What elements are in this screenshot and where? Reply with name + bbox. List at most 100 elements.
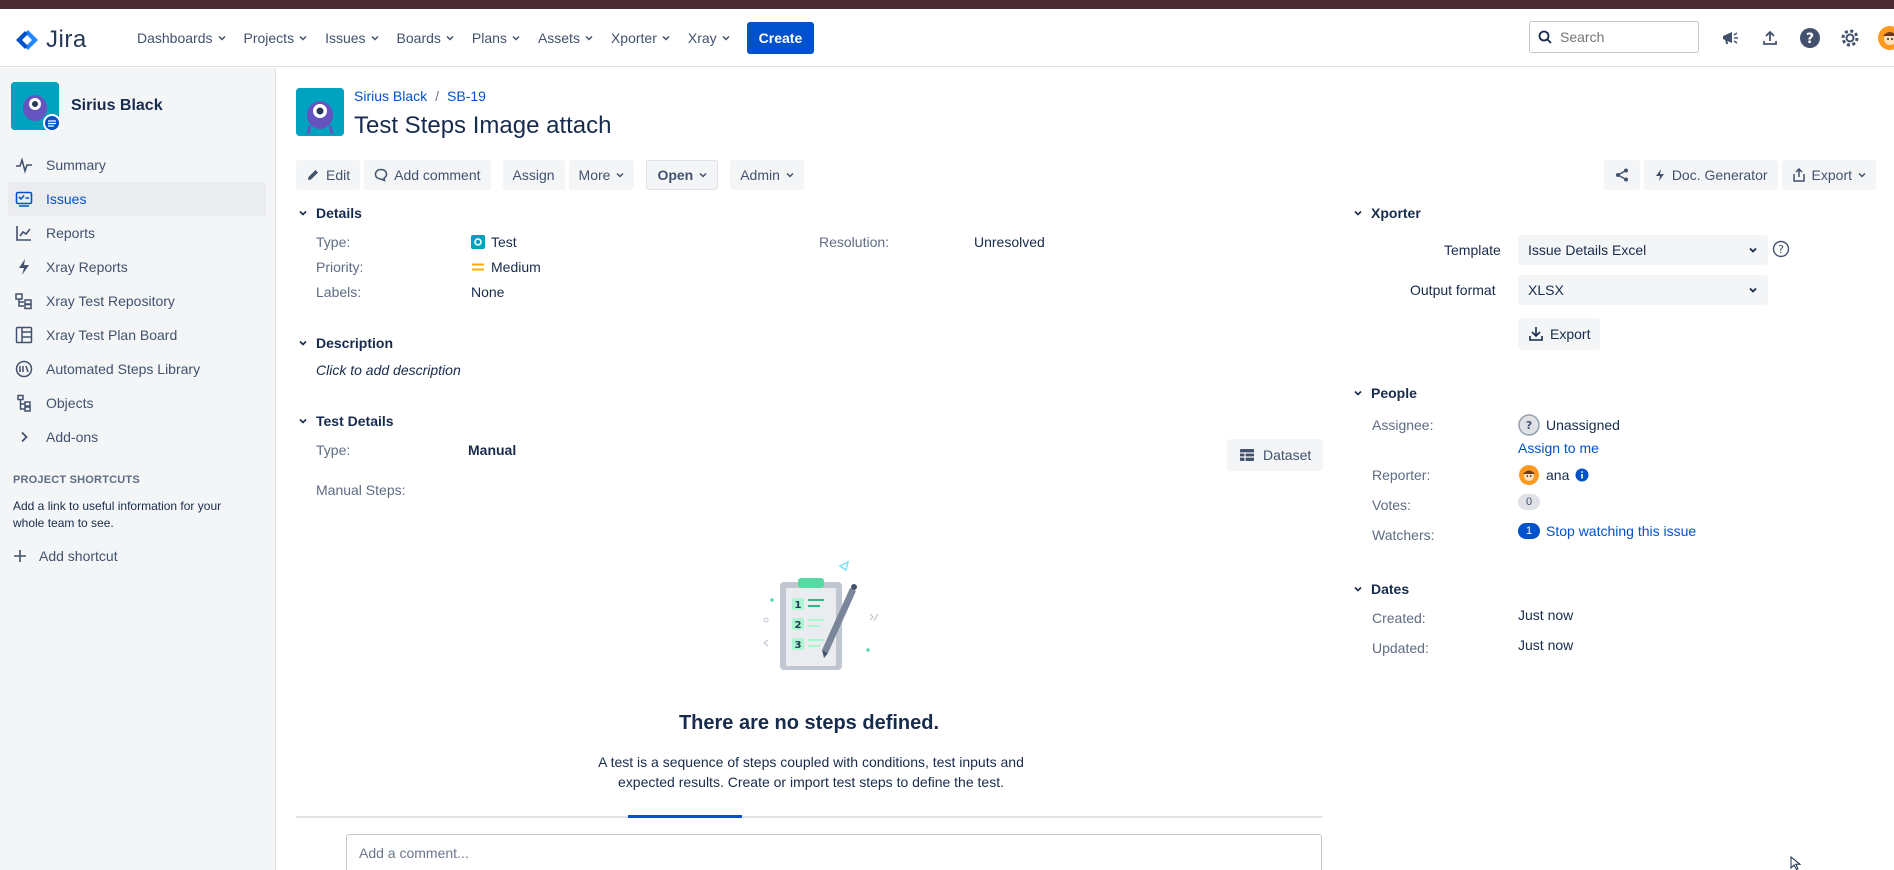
details-section-toggle[interactable]: Details <box>298 205 362 221</box>
nav-projects[interactable]: Projects <box>235 22 317 54</box>
test-issue-type-icon <box>471 235 485 249</box>
description-placeholder[interactable]: Click to add description <box>316 362 461 378</box>
resolution-label: Resolution: <box>819 234 890 250</box>
nav-boards[interactable]: Boards <box>388 22 463 54</box>
sidebar-item-add-ons[interactable]: Add-ons <box>8 420 266 454</box>
sidebar-item-label: Issues <box>46 191 87 207</box>
svg-text:?: ? <box>1526 419 1532 432</box>
megaphone-icon[interactable] <box>1715 23 1745 53</box>
add-shortcut-label: Add shortcut <box>39 548 118 564</box>
assignee-value-text: Unassigned <box>1546 417 1620 433</box>
admin-button[interactable]: Admin <box>730 160 804 190</box>
sidebar-item-xray-test-plan-board[interactable]: Xray Test Plan Board <box>8 318 266 352</box>
nav-label: Assets <box>537 30 580 46</box>
output-format-select[interactable]: XLSX <box>1518 275 1768 305</box>
add-shortcut-button[interactable]: Add shortcut <box>13 548 118 564</box>
nav-xporter[interactable]: Xporter <box>602 22 679 54</box>
project-name: Sirius Black <box>71 97 163 114</box>
doc-generator-button[interactable]: Doc. Generator <box>1643 160 1778 190</box>
user-avatar[interactable] <box>1875 23 1894 53</box>
more-button[interactable]: More <box>568 160 635 190</box>
dataset-button[interactable]: Dataset <box>1227 439 1324 471</box>
assign-to-me-link[interactable]: Assign to me <box>1518 440 1599 456</box>
add-comment-button[interactable]: Add comment <box>364 160 491 190</box>
breadcrumb-separator: / <box>435 88 440 104</box>
chevron-down-icon <box>299 340 307 346</box>
info-icon[interactable] <box>1575 468 1589 482</box>
nav-xray[interactable]: Xray <box>679 22 739 54</box>
mouse-cursor-icon <box>1790 856 1802 870</box>
issue-title[interactable]: Test Steps Image attach <box>354 112 611 140</box>
description-section-toggle[interactable]: Description <box>298 335 393 351</box>
search-input[interactable] <box>1560 29 1680 45</box>
active-tab-indicator[interactable] <box>628 815 742 818</box>
chevron-down-icon <box>299 35 307 41</box>
chevron-down-icon <box>722 35 730 41</box>
search-box[interactable] <box>1529 21 1699 53</box>
sidebar-item-automated-steps-library[interactable]: Automated Steps Library <box>8 352 266 386</box>
edit-button[interactable]: Edit <box>296 160 361 190</box>
votes-label: Votes: <box>1372 497 1411 513</box>
nav-plans[interactable]: Plans <box>463 22 529 54</box>
reporter-value-text: ana <box>1546 467 1570 483</box>
priority-label: Priority: <box>316 259 364 275</box>
xporter-export-button[interactable]: Export <box>1518 318 1601 350</box>
empty-steps-illustration: 1 2 3 <box>763 560 879 670</box>
unassigned-avatar-icon: ? <box>1518 414 1540 436</box>
upload-icon[interactable] <box>1755 23 1785 53</box>
template-select-value: Issue Details Excel <box>1528 242 1647 258</box>
votes-value[interactable]: 0 <box>1518 494 1540 510</box>
question-circle-icon[interactable]: ? <box>1772 240 1790 258</box>
updated-value: Just now <box>1518 637 1574 653</box>
dataset-label: Dataset <box>1263 447 1312 463</box>
add-comment-label: Add comment <box>394 167 481 183</box>
nav-label: Dashboards <box>137 30 213 46</box>
nav-assets[interactable]: Assets <box>529 22 602 54</box>
download-icon <box>1529 327 1543 341</box>
sidebar-item-summary[interactable]: Summary <box>8 148 266 182</box>
jira-logo[interactable]: Jira <box>16 26 87 54</box>
dates-section-toggle[interactable]: Dates <box>1353 581 1409 597</box>
chevron-down-icon <box>662 35 670 41</box>
nav-dashboards[interactable]: Dashboards <box>128 22 235 54</box>
sidebar-item-xray-reports[interactable]: Xray Reports <box>8 250 266 284</box>
assignee-label: Assignee: <box>1372 417 1434 433</box>
status-open-button[interactable]: Open <box>646 160 719 190</box>
bolt-icon <box>1655 169 1664 181</box>
details-heading: Details <box>316 205 362 221</box>
updated-label: Updated: <box>1372 640 1429 656</box>
export-dropdown-button[interactable]: Export <box>1781 160 1876 190</box>
sidebar-item-xray-test-repository[interactable]: Xray Test Repository <box>8 284 266 318</box>
chevron-down-icon <box>786 172 794 178</box>
template-select[interactable]: Issue Details Excel <box>1518 235 1768 265</box>
people-section-toggle[interactable]: People <box>1353 385 1417 401</box>
assign-button[interactable]: Assign <box>502 160 565 190</box>
add-comment-input[interactable]: Add a comment... <box>346 834 1322 870</box>
help-icon[interactable]: ? <box>1795 23 1825 53</box>
breadcrumb-issue-key-link[interactable]: SB-19 <box>447 88 486 104</box>
xporter-section-toggle[interactable]: Xporter <box>1353 205 1421 221</box>
share-button[interactable] <box>1603 160 1640 190</box>
project-header[interactable]: Sirius Black <box>11 82 163 132</box>
sidebar-item-issues[interactable]: Issues <box>8 182 266 216</box>
nav-label: Xray <box>687 30 717 46</box>
watchers-count-badge[interactable]: 1 <box>1518 523 1540 539</box>
sidebar-item-reports[interactable]: Reports <box>8 216 266 250</box>
gear-icon[interactable] <box>1835 23 1865 53</box>
chevron-down-icon <box>1858 172 1866 178</box>
sidebar-item-objects[interactable]: Objects <box>8 386 266 420</box>
test-details-section-toggle[interactable]: Test Details <box>298 413 394 429</box>
assignee-value[interactable]: ? Unassigned <box>1518 414 1620 436</box>
create-button[interactable]: Create <box>746 22 815 54</box>
stop-watching-link[interactable]: Stop watching this issue <box>1546 523 1696 539</box>
breadcrumb-project-link[interactable]: Sirius Black <box>354 88 427 104</box>
template-label: Template <box>1444 242 1501 258</box>
reporter-value[interactable]: ana <box>1518 464 1589 486</box>
nav-issues[interactable]: Issues <box>316 22 387 54</box>
watchers-value: 1 Stop watching this issue <box>1518 523 1696 539</box>
plus-icon <box>14 550 26 562</box>
type-value-text: Test <box>491 234 517 250</box>
issue-project-avatar[interactable] <box>296 88 344 136</box>
edit-label: Edit <box>326 167 351 183</box>
empty-steps-title: There are no steps defined. <box>678 712 940 734</box>
